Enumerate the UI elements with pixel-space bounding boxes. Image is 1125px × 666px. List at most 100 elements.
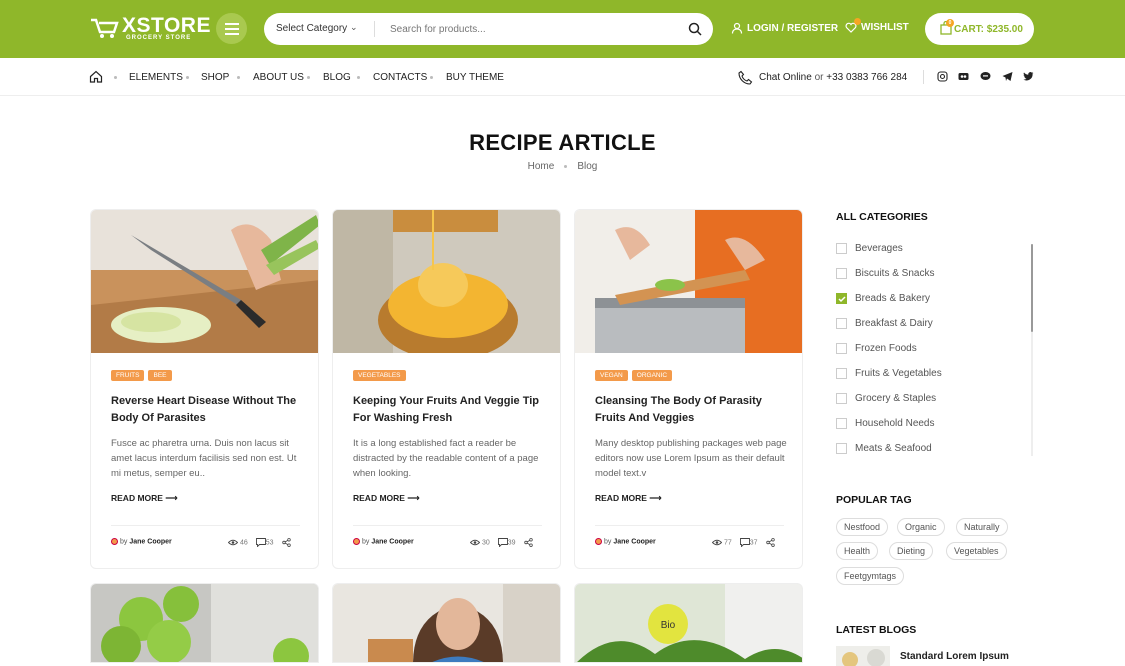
category-item[interactable]: Grocery & Staples — [836, 393, 936, 404]
popular-tag[interactable]: Organic — [897, 518, 945, 536]
checkbox[interactable] — [836, 393, 847, 404]
category-item[interactable]: Fruits & Vegetables — [836, 368, 942, 379]
checkbox[interactable] — [836, 443, 847, 454]
category-item[interactable]: Frozen Foods — [836, 343, 917, 354]
popular-tag[interactable]: Dieting — [889, 542, 934, 560]
svg-text:Bio: Bio — [661, 620, 676, 631]
category-item[interactable]: Beverages — [836, 243, 903, 254]
share-icon[interactable] — [765, 538, 775, 547]
author-by: by — [362, 538, 370, 546]
post-stats: 77 37 — [711, 538, 775, 548]
twitter-icon[interactable] — [1023, 71, 1034, 82]
eye-icon — [227, 539, 239, 546]
checkbox[interactable] — [836, 418, 847, 429]
views-count: 77 — [723, 539, 732, 547]
post-tag[interactable]: VEGAN — [595, 370, 628, 381]
popular-tag[interactable]: Health — [836, 542, 879, 560]
post-author[interactable]: by Jane Cooper — [111, 538, 172, 545]
post-image-chopping-onions[interactable] — [91, 210, 319, 353]
post-title[interactable]: Cleansing The Body Of Parasity Fruits An… — [595, 393, 785, 427]
chat-online-link[interactable]: Chat Online — [759, 72, 812, 83]
breadcrumb-blog: Blog — [577, 161, 598, 172]
category-item[interactable]: Household Needs — [836, 418, 935, 429]
login-register-link[interactable]: LOGIN / REGISTER — [731, 22, 838, 34]
post-tag[interactable]: BEE — [148, 370, 172, 381]
top-header: XSTORE GROCERY STORE Select Category ⌄ L… — [0, 0, 1125, 58]
popular-tag[interactable]: Nestfood — [836, 518, 889, 536]
contact-or: or — [814, 72, 824, 83]
checkbox[interactable] — [836, 243, 847, 254]
blog-card-partial[interactable]: Bio — [574, 583, 803, 663]
category-item[interactable]: Breakfast & Dairy — [836, 318, 933, 329]
post-title[interactable]: Keeping Your Fruits And Veggie Tip For W… — [353, 393, 543, 427]
author-by: by — [120, 538, 128, 546]
post-excerpt: It is a long established fact a reader b… — [353, 438, 539, 479]
instagram-icon[interactable] — [937, 71, 948, 82]
post-image-cooking[interactable] — [575, 210, 803, 353]
contact-info: Chat Online or +33 0383 766 284 — [759, 72, 907, 83]
arrow-right-icon: ⟶ — [407, 493, 420, 503]
cart-button[interactable]: 0 CART: $235.00 — [925, 13, 1034, 45]
comment-icon — [255, 538, 266, 548]
latest-blog-title[interactable]: Standard Lorem Ipsum — [900, 651, 1009, 662]
post-author[interactable]: by Jane Cooper — [595, 538, 656, 545]
home-icon[interactable] — [89, 70, 103, 83]
read-more-link[interactable]: READ MORE ⟶ — [595, 493, 662, 504]
hamburger-menu-button[interactable] — [216, 13, 247, 44]
category-item[interactable]: Breads & Bakery — [836, 293, 930, 304]
chevron-down-icon: ⌄ — [350, 22, 358, 32]
read-more-link[interactable]: READ MORE ⟶ — [353, 493, 420, 504]
nav-item-blog[interactable]: BLOG — [323, 72, 351, 83]
popular-tag[interactable]: Feetgymtags — [836, 567, 905, 585]
breadcrumb-home[interactable]: Home — [528, 161, 555, 172]
nav-item-contacts[interactable]: CONTACTS — [373, 72, 427, 83]
nav-item-elements[interactable]: ELEMENTS — [129, 72, 183, 83]
blog-card: VEGAN ORGANIC Cleansing The Body Of Para… — [574, 209, 803, 569]
blog-card-partial[interactable] — [332, 583, 561, 663]
search-bar: Select Category ⌄ — [264, 13, 713, 45]
latest-blog-thumbnail[interactable] — [836, 646, 890, 666]
category-label: Grocery & Staples — [855, 393, 937, 404]
nav-separator — [237, 76, 240, 79]
logo[interactable]: XSTORE GROCERY STORE — [90, 12, 210, 46]
post-stats: 46 53 — [227, 538, 291, 548]
blog-card-partial[interactable] — [90, 583, 319, 663]
read-more-link[interactable]: READ MORE ⟶ — [111, 493, 178, 504]
post-title[interactable]: Reverse Heart Disease Without The Body O… — [111, 393, 301, 427]
search-input[interactable] — [390, 19, 670, 39]
popular-tag[interactable]: Naturally — [956, 518, 1008, 536]
post-image-vegetables-bio: Bio — [575, 584, 802, 662]
post-image-honey[interactable] — [333, 210, 561, 353]
categories-scrollbar[interactable] — [1031, 244, 1033, 332]
nav-item-about-us[interactable]: ABOUT US — [253, 72, 304, 83]
post-tags: VEGETABLES — [353, 370, 406, 381]
avatar — [353, 538, 360, 545]
views-stat: 77 — [711, 539, 732, 547]
comments-stat[interactable]: 39 — [497, 538, 516, 548]
checkbox[interactable] — [836, 268, 847, 279]
checkbox[interactable] — [836, 368, 847, 379]
share-icon[interactable] — [523, 538, 533, 547]
comments-stat[interactable]: 53 — [255, 538, 274, 548]
comments-stat[interactable]: 37 — [739, 538, 758, 548]
post-tag[interactable]: FRUITS — [111, 370, 145, 381]
post-tag[interactable]: VEGETABLES — [353, 370, 406, 381]
phone-number[interactable]: +33 0383 766 284 — [826, 72, 907, 83]
checkbox[interactable] — [836, 318, 847, 329]
category-item[interactable]: Biscuits & Snacks — [836, 268, 934, 279]
nav-item-buy-theme[interactable]: BUY THEME — [446, 72, 504, 83]
telegram-icon[interactable] — [1002, 71, 1013, 82]
search-icon[interactable] — [687, 21, 703, 37]
category-item[interactable]: Meats & Seafood — [836, 443, 932, 454]
flickr-icon[interactable] — [958, 71, 969, 82]
category-select[interactable]: Select Category — [276, 23, 347, 34]
wishlist-label: WISHLIST — [861, 22, 909, 33]
popular-tag[interactable]: Vegetables — [946, 542, 1007, 560]
share-icon[interactable] — [281, 538, 291, 547]
checkbox[interactable] — [836, 343, 847, 354]
line-icon[interactable] — [980, 71, 991, 82]
nav-item-shop[interactable]: SHOP — [201, 72, 229, 83]
post-tag[interactable]: ORGANIC — [631, 370, 673, 381]
post-author[interactable]: by Jane Cooper — [353, 538, 414, 545]
checkbox-checked[interactable] — [836, 293, 847, 304]
